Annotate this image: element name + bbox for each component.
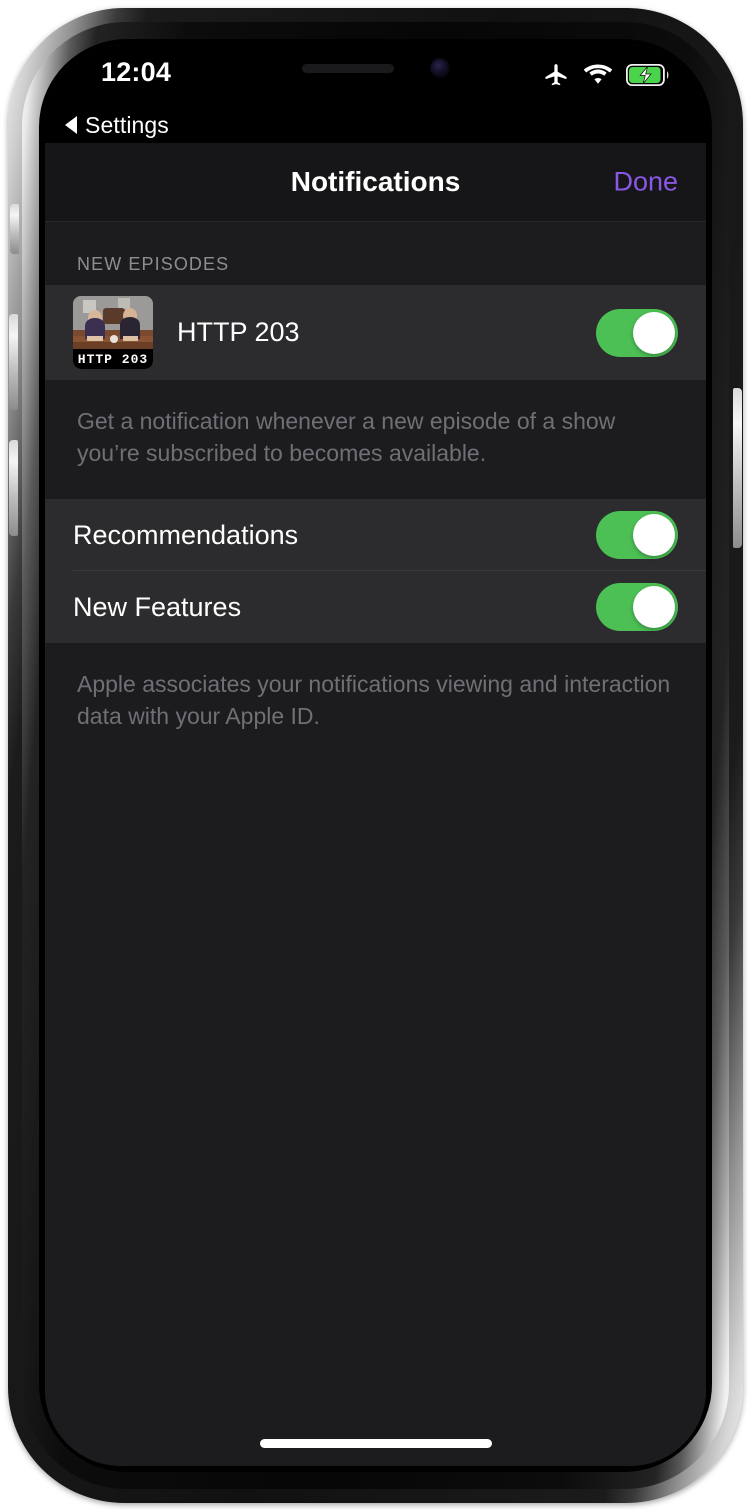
settings-list[interactable]: NEW EPISODES HTTP 203 HTTP 203 Get a not… [45, 222, 706, 1466]
list-item-label: HTTP 203 [177, 317, 300, 347]
airplane-mode-icon [542, 61, 570, 89]
toggle-recommendations[interactable] [596, 511, 678, 560]
status-bar-time: 12:04 [101, 57, 172, 87]
list-item-http-203[interactable]: HTTP 203 HTTP 203 [45, 285, 706, 380]
list-item-label: New Features [73, 591, 242, 622]
footer-new-episodes: Get a notification whenever a new episod… [77, 408, 616, 466]
list-item-label: Recommendations [73, 519, 299, 550]
silent-switch-button[interactable] [10, 204, 19, 254]
list-item-recommendations[interactable]: Recommendations [45, 499, 706, 572]
section-header-new-episodes: NEW EPISODES [77, 254, 230, 274]
toggle-knob [633, 514, 675, 557]
volume-down-button[interactable] [9, 440, 18, 536]
settings-group-general: Recommendations New Features [45, 499, 706, 644]
toggle-http-203[interactable] [596, 308, 678, 357]
toggle-knob [633, 311, 675, 354]
home-indicator-bar[interactable] [259, 1439, 492, 1448]
battery-charging-icon [626, 64, 670, 86]
podcast-artwork-http-203: HTTP 203 [73, 296, 153, 369]
svg-text:HTTP 203: HTTP 203 [78, 352, 148, 367]
page-title: Notifications [290, 166, 461, 197]
settings-group-new-episodes: HTTP 203 HTTP 203 [45, 285, 706, 380]
wifi-icon [583, 63, 613, 87]
speaker-grille-icon [301, 63, 394, 73]
back-label: Settings [85, 111, 169, 138]
footer-apple-id: Apple associates your notifications view… [77, 671, 671, 730]
screenshot-stage: 12:04 Settings Notifications Done NEW EP… [0, 0, 751, 1511]
front-camera-icon [429, 58, 450, 78]
done-button[interactable]: Done [613, 167, 678, 198]
list-item-new-features[interactable]: New Features [45, 571, 706, 643]
back-triangle-icon [65, 116, 77, 134]
power-button[interactable] [733, 388, 742, 548]
device-notch [240, 45, 511, 91]
navigation-bar: Notifications Done [45, 143, 706, 222]
phone-screen: 12:04 Settings Notifications Done NEW EP… [45, 45, 706, 1466]
status-bar-icons [542, 61, 670, 89]
volume-up-button[interactable] [9, 314, 18, 410]
toggle-new-features[interactable] [596, 583, 678, 632]
back-to-settings-button[interactable]: Settings [45, 107, 706, 143]
toggle-knob [633, 586, 675, 629]
